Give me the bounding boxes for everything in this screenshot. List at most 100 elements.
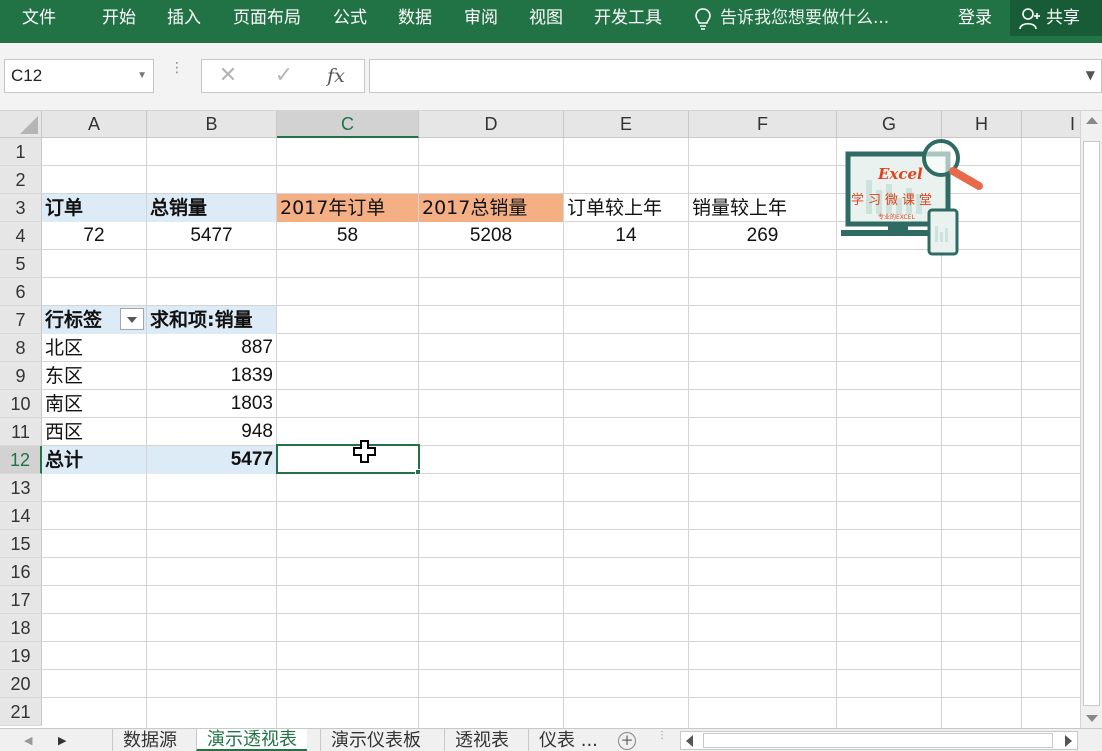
pivot-grand-total-label[interactable]: 总计	[42, 446, 146, 474]
pivot-sum-header[interactable]: 求和项:销量	[147, 306, 276, 334]
cell-f3[interactable]: 销量较上年	[689, 194, 836, 222]
cell-a4[interactable]: 72	[42, 222, 146, 250]
cell-f4[interactable]: 269	[689, 222, 836, 250]
row-header[interactable]: 3	[0, 194, 42, 222]
row-header[interactable]: 20	[0, 670, 42, 698]
pivot-row-value[interactable]: 1839	[147, 362, 276, 390]
row-header[interactable]: 16	[0, 558, 42, 586]
row-header[interactable]: 17	[0, 586, 42, 614]
cell-e4[interactable]: 14	[564, 222, 688, 250]
login-link[interactable]: 登录	[958, 0, 992, 36]
gridline	[42, 277, 1080, 278]
scroll-up-icon[interactable]	[1086, 117, 1098, 124]
row-header[interactable]: 9	[0, 362, 42, 390]
row-header[interactable]: 8	[0, 334, 42, 362]
column-header-g[interactable]: G	[837, 111, 942, 138]
formula-bar: C12 ▼ ⋮ ✕ ✓ fx ▼	[0, 43, 1102, 111]
insert-function-icon[interactable]: fx	[316, 60, 356, 92]
tab-review[interactable]: 审阅	[464, 0, 498, 43]
vertical-scroll-thumb[interactable]	[1083, 141, 1100, 706]
cell-d3[interactable]: 2017总销量	[419, 194, 563, 222]
fill-handle[interactable]	[415, 469, 421, 475]
sheet-tab-demo-dashboard[interactable]: 演示仪表板	[320, 729, 431, 751]
tab-home[interactable]: 开始	[102, 0, 136, 43]
row-header[interactable]: 13	[0, 474, 42, 502]
row-header[interactable]: 6	[0, 278, 42, 306]
cell-c4[interactable]: 58	[277, 222, 418, 250]
tab-developer[interactable]: 开发工具	[594, 0, 662, 43]
share-button[interactable]: 共享	[1010, 0, 1102, 36]
vertical-scrollbar[interactable]	[1080, 111, 1102, 728]
pivot-row-label[interactable]: 南区	[42, 390, 146, 418]
row-header[interactable]: 1	[0, 138, 42, 166]
drag-handle-icon[interactable]: ⋮	[170, 61, 184, 75]
tab-formulas[interactable]: 公式	[333, 0, 367, 43]
column-header-i[interactable]: I	[1022, 111, 1080, 138]
pivot-row-value[interactable]: 887	[147, 334, 276, 362]
row-header[interactable]: 15	[0, 530, 42, 558]
sheet-tab-data-source[interactable]: 数据源	[112, 729, 187, 751]
horizontal-scroll-thumb[interactable]	[703, 733, 1053, 748]
name-box[interactable]: C12 ▼	[4, 59, 154, 93]
cell-a3[interactable]: 订单	[42, 194, 146, 222]
row-header[interactable]: 18	[0, 614, 42, 642]
column-header-a[interactable]: A	[42, 111, 147, 138]
cell-e3[interactable]: 订单较上年	[564, 194, 688, 222]
row-header[interactable]: 11	[0, 418, 42, 446]
column-header-d[interactable]: D	[419, 111, 564, 138]
sheet-tab-dashboard[interactable]: 仪表 ...	[528, 729, 608, 751]
select-all-button[interactable]	[0, 111, 42, 138]
row-header[interactable]: 7	[0, 306, 42, 334]
column-header-b[interactable]: B	[147, 111, 277, 138]
row-header[interactable]: 19	[0, 642, 42, 670]
tab-data[interactable]: 数据	[398, 0, 432, 43]
tab-insert[interactable]: 插入	[167, 0, 201, 43]
drag-handle-icon[interactable]: ⋮	[657, 731, 667, 741]
scroll-right-icon[interactable]	[1065, 735, 1072, 747]
tell-me-box[interactable]: 告诉我您想要做什么...	[694, 0, 889, 43]
row-header-selected[interactable]: 12	[0, 446, 42, 474]
expand-formula-icon[interactable]: ▼	[1086, 68, 1095, 82]
sheet-tab-demo-pivot[interactable]: 演示透视表	[196, 729, 307, 751]
cell-d4[interactable]: 5208	[419, 222, 563, 250]
row-header[interactable]: 5	[0, 250, 42, 278]
scroll-left-icon[interactable]	[686, 735, 693, 747]
row-header[interactable]: 10	[0, 390, 42, 418]
pivot-row-label[interactable]: 东区	[42, 362, 146, 390]
row-header[interactable]: 21	[0, 698, 42, 726]
pivot-row-value[interactable]: 1803	[147, 390, 276, 418]
row-header[interactable]: 14	[0, 502, 42, 530]
column-header-h[interactable]: H	[942, 111, 1022, 138]
row-header[interactable]: 4	[0, 222, 42, 250]
tab-page-layout[interactable]: 页面布局	[233, 0, 301, 43]
row-header[interactable]: 2	[0, 166, 42, 194]
tab-file[interactable]: 文件	[22, 0, 56, 43]
add-sheet-icon[interactable]: +	[618, 732, 636, 750]
gridline	[42, 557, 1080, 558]
scroll-down-icon[interactable]	[1086, 715, 1098, 722]
cell-c3[interactable]: 2017年订单	[277, 194, 418, 222]
pivot-row-label[interactable]: 西区	[42, 418, 146, 446]
active-cell-c12[interactable]	[276, 444, 420, 474]
next-sheet-icon[interactable]: ▶	[58, 729, 66, 751]
cancel-icon[interactable]: ✕	[208, 60, 248, 92]
pivot-grand-total-value[interactable]: 5477	[147, 446, 276, 474]
horizontal-scrollbar[interactable]	[680, 731, 1078, 750]
tab-view[interactable]: 视图	[529, 0, 563, 43]
formula-input[interactable]: ▼	[369, 59, 1102, 93]
gridline	[42, 669, 1080, 670]
prev-sheet-icon[interactable]: ◀	[24, 729, 32, 751]
pivot-row-label[interactable]: 北区	[42, 334, 146, 362]
enter-icon[interactable]: ✓	[264, 60, 304, 92]
cell-b4[interactable]: 5477	[147, 222, 276, 250]
cell-b3[interactable]: 总销量	[147, 194, 276, 222]
column-header-e[interactable]: E	[564, 111, 689, 138]
column-header-f[interactable]: F	[689, 111, 837, 138]
chevron-down-icon[interactable]: ▼	[137, 60, 147, 92]
pivot-row-value[interactable]: 948	[147, 418, 276, 446]
sheet-tab-pivot[interactable]: 透视表	[444, 729, 519, 751]
column-header-c[interactable]: C	[277, 111, 419, 138]
worksheet-grid[interactable]: A B C D E F G H I 1 2 3 4 5 6 7 8 9 10 1…	[0, 111, 1080, 728]
filter-dropdown-icon[interactable]	[120, 308, 144, 330]
share-label: 共享	[1046, 8, 1080, 28]
